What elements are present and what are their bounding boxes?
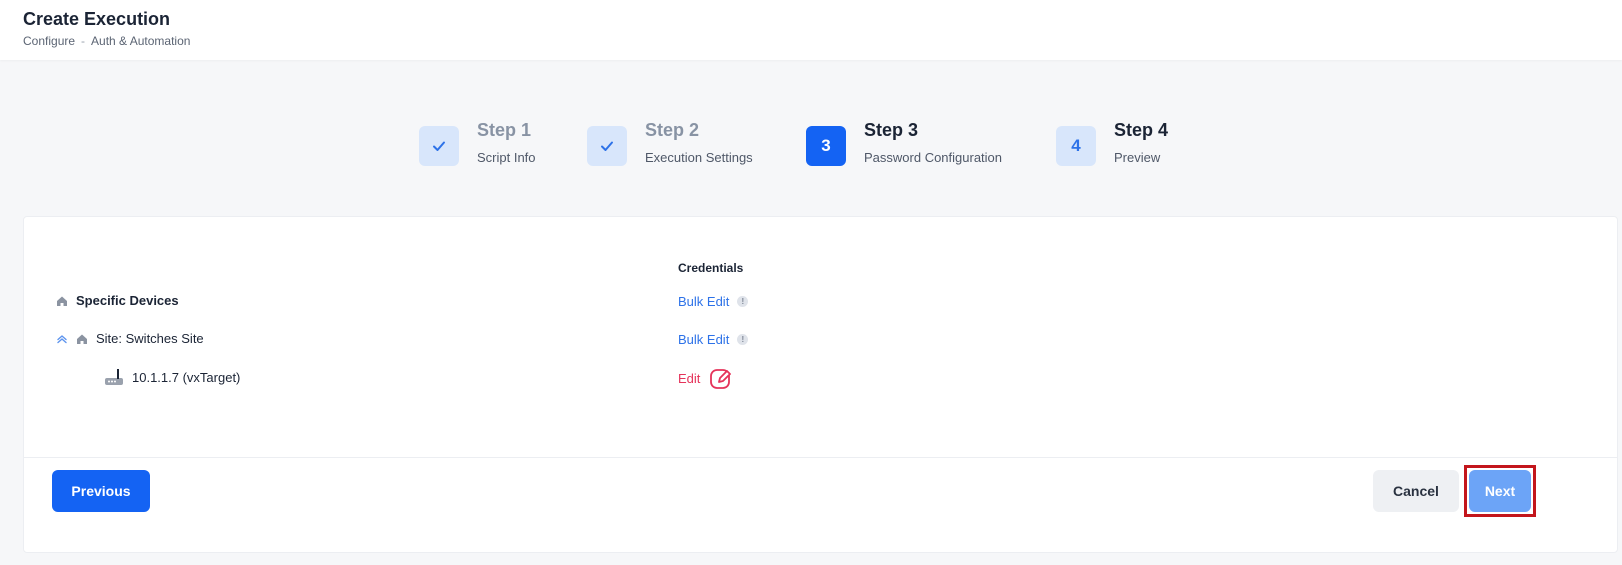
site-label: Site: Switches Site xyxy=(96,331,204,346)
credentials-card: Credentials Specific Devices Bulk Edit !… xyxy=(23,216,1618,553)
breadcrumb-item-auth-automation[interactable]: Auth & Automation xyxy=(91,34,190,48)
credentials-column-header: Credentials xyxy=(678,261,744,275)
step-1-title: Step 1 xyxy=(477,120,532,140)
step-4-title: Step 4 xyxy=(1114,120,1169,140)
step-1-check-icon xyxy=(419,126,459,166)
chevron-up-icon[interactable] xyxy=(56,333,68,345)
house-icon xyxy=(56,295,68,307)
row-label-site: Site: Switches Site xyxy=(56,331,204,346)
table-row: Site: Switches Site Bulk Edit ! xyxy=(24,327,1617,351)
bulk-edit-label: Bulk Edit xyxy=(678,294,730,309)
previous-button[interactable]: Previous xyxy=(52,470,150,512)
step-4-number-badge: 4 xyxy=(1056,126,1096,166)
footer-divider xyxy=(24,457,1617,458)
row-label-device: 10.1.1.7 (vxTarget) xyxy=(104,367,240,387)
next-button-highlight: Next xyxy=(1464,465,1536,517)
step-2-title: Step 2 xyxy=(645,120,700,140)
step-4-subtitle: Preview xyxy=(1114,150,1161,165)
page-header: Create Execution Configure - Auth & Auto… xyxy=(0,0,1622,60)
info-icon[interactable]: ! xyxy=(737,334,749,345)
step-1-subtitle: Script Info xyxy=(477,150,536,165)
router-icon xyxy=(104,367,124,387)
house-icon xyxy=(76,333,88,345)
info-icon[interactable]: ! xyxy=(737,296,749,307)
edit-link-device[interactable]: Edit xyxy=(678,365,734,391)
edit-pencil-icon[interactable] xyxy=(708,365,734,391)
edit-label: Edit xyxy=(678,370,701,386)
specific-devices-label: Specific Devices xyxy=(76,293,179,308)
table-row: Specific Devices Bulk Edit ! xyxy=(24,289,1617,313)
bulk-edit-link-site[interactable]: Bulk Edit ! xyxy=(678,332,749,347)
table-row: 10.1.1.7 (vxTarget) Edit xyxy=(24,365,1617,389)
breadcrumb-item-configure[interactable]: Configure xyxy=(23,34,75,48)
cancel-button[interactable]: Cancel xyxy=(1373,470,1459,512)
breadcrumb-separator: - xyxy=(81,34,86,48)
step-3-number-badge: 3 xyxy=(806,126,846,166)
bulk-edit-label: Bulk Edit xyxy=(678,332,730,347)
step-2-subtitle: Execution Settings xyxy=(645,150,753,165)
next-button[interactable]: Next xyxy=(1469,470,1531,512)
step-2-check-icon xyxy=(587,126,627,166)
page-title: Create Execution xyxy=(23,9,171,29)
step-3-subtitle: Password Configuration xyxy=(864,150,1003,165)
row-label-specific-devices: Specific Devices xyxy=(56,293,179,308)
breadcrumb: Configure - Auth & Automation xyxy=(23,34,190,48)
bulk-edit-link-specific-devices[interactable]: Bulk Edit ! xyxy=(678,294,749,309)
step-3-title: Step 3 xyxy=(864,120,919,140)
device-label: 10.1.1.7 (vxTarget) xyxy=(132,369,241,385)
